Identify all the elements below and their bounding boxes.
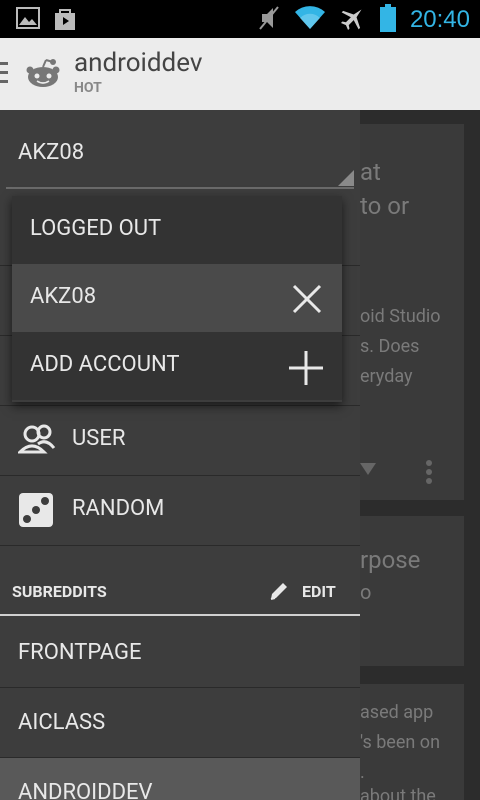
account-menu-label: AKZ08 — [30, 284, 97, 309]
spinner-underline — [6, 187, 354, 189]
plus-icon[interactable] — [288, 350, 324, 390]
account-menu-add-account[interactable]: ADD ACCOUNT — [12, 332, 342, 400]
wifi-icon — [294, 5, 326, 35]
post-card[interactable]: ased app 's been on . about the — [360, 684, 464, 800]
post-body-line: about the — [360, 786, 436, 800]
airplane-icon — [340, 5, 366, 35]
post-body-line: eryday — [360, 366, 413, 387]
pencil-icon[interactable] — [268, 580, 290, 606]
post-title-line: rpose — [360, 546, 421, 574]
post-body-line: s. Does — [360, 336, 420, 357]
subreddit-item-aiclass[interactable]: AICLASS — [0, 688, 360, 758]
drawer-item-label: USER — [72, 426, 126, 451]
subreddit-item-frontpage[interactable]: FRONTPAGE — [0, 616, 360, 688]
post-title-line: o — [360, 580, 372, 604]
page-subtitle: HOT — [74, 80, 102, 96]
status-bar: 20:40 — [0, 0, 480, 38]
battery-icon — [379, 4, 396, 36]
post-body-line: 's been on — [360, 732, 441, 753]
section-title: SUBREDDITS — [12, 582, 107, 601]
mute-icon — [258, 5, 280, 35]
post-card[interactable]: at to or — [360, 124, 464, 294]
page-title: androiddev — [74, 48, 203, 78]
post-card[interactable]: oid Studio s. Does eryday — [360, 290, 464, 500]
subreddit-item-androiddev[interactable]: ANDROIDDEV — [0, 758, 360, 800]
bag-icon — [54, 7, 76, 35]
post-body-line: . — [360, 762, 365, 783]
drawer-toggle-icon[interactable] — [0, 62, 8, 84]
account-menu-logged-out[interactable]: LOGGED OUT — [12, 196, 342, 264]
post-title-line: to or — [360, 192, 410, 220]
account-popup-menu: LOGGED OUT AKZ08 ADD ACCOUNT — [12, 196, 342, 402]
drawer-item-label: RANDOM — [72, 496, 165, 521]
spinner-arrow-icon — [338, 170, 354, 186]
dice-icon — [18, 492, 54, 532]
subreddit-label: ANDROIDDEV — [18, 780, 153, 800]
subreddits-section-header: SUBREDDITS EDIT — [0, 544, 360, 616]
post-body-line: ased app — [360, 702, 434, 723]
post-title-line: at — [360, 158, 381, 186]
users-icon — [16, 422, 56, 460]
account-spinner-value: AKZ08 — [18, 140, 85, 165]
subreddit-label: FRONTPAGE — [18, 640, 142, 665]
action-bar: androiddev HOT — [0, 38, 480, 110]
account-menu-label: LOGGED OUT — [30, 216, 162, 241]
edit-button[interactable]: EDIT — [302, 582, 336, 601]
account-spinner[interactable]: AKZ08 — [0, 110, 360, 196]
image-icon — [16, 7, 40, 35]
drawer-item-user[interactable]: USER — [0, 406, 360, 476]
post-card[interactable]: rpose o — [360, 516, 464, 666]
overflow-menu-icon[interactable] — [426, 460, 432, 488]
subreddit-label: AICLASS — [18, 710, 106, 735]
status-time: 20:40 — [409, 6, 470, 33]
close-icon[interactable] — [292, 284, 322, 318]
account-menu-akz08[interactable]: AKZ08 — [12, 264, 342, 332]
content-area: at to or oid Studio s. Does eryday rpose… — [360, 110, 480, 800]
drawer-item-random[interactable]: RANDOM — [0, 476, 360, 546]
account-menu-label: ADD ACCOUNT — [30, 352, 180, 377]
post-action-icon[interactable] — [360, 462, 376, 481]
app-logo-icon[interactable] — [26, 58, 60, 92]
post-body-line: oid Studio — [360, 306, 441, 327]
